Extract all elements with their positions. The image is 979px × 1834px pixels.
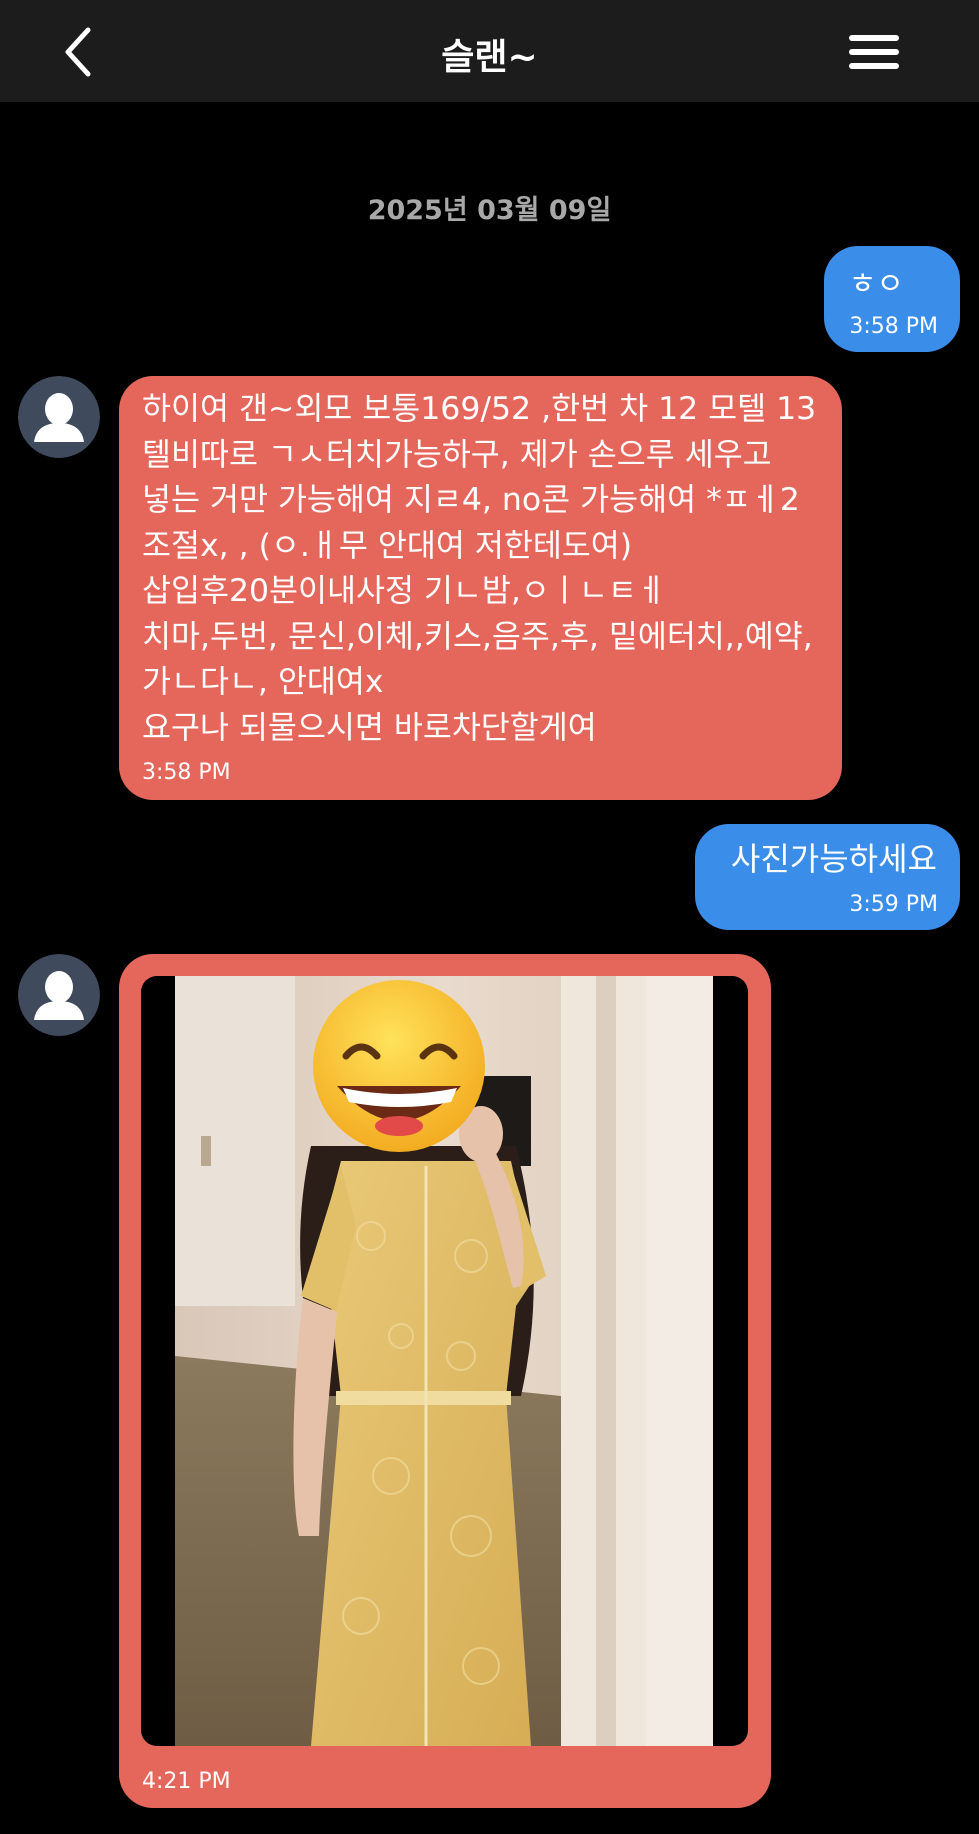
message-text: 사진가능하세요 bbox=[730, 840, 937, 878]
avatar[interactable] bbox=[18, 954, 100, 1036]
message-text: ㅎㅇ bbox=[848, 267, 904, 302]
message-text: 하이여 갠~외모 보통169/52 ,한번 차 12 모텔 13 텔비따로 ㄱㅅ… bbox=[142, 391, 817, 746]
message-time: 3:58 PM bbox=[849, 314, 938, 339]
avatar[interactable] bbox=[18, 376, 100, 458]
chat-title: 슬랜~ bbox=[441, 37, 538, 78]
message-time: 3:58 PM bbox=[142, 760, 231, 785]
outgoing-message-bubble[interactable]: ㅎㅇ 3:58 PM bbox=[824, 246, 960, 352]
default-user-icon bbox=[18, 954, 100, 1036]
date-separator: 2025년 03월 09일 bbox=[367, 195, 612, 226]
message-photo[interactable] bbox=[141, 976, 748, 1746]
incoming-image-message-bubble[interactable]: 4:21 PM bbox=[119, 954, 771, 1808]
chat-header: 슬랜~ bbox=[0, 0, 979, 102]
hamburger-menu-icon[interactable] bbox=[847, 30, 901, 74]
default-user-icon bbox=[18, 376, 100, 458]
outgoing-message-bubble[interactable]: 사진가능하세요 3:59 PM bbox=[695, 824, 960, 930]
incoming-message-bubble[interactable]: 하이여 갠~외모 보통169/52 ,한번 차 12 모텔 13 텔비따로 ㄱㅅ… bbox=[119, 376, 842, 800]
message-time: 3:59 PM bbox=[849, 892, 938, 917]
message-time: 4:21 PM bbox=[142, 1769, 231, 1794]
photo-image bbox=[175, 976, 713, 1746]
